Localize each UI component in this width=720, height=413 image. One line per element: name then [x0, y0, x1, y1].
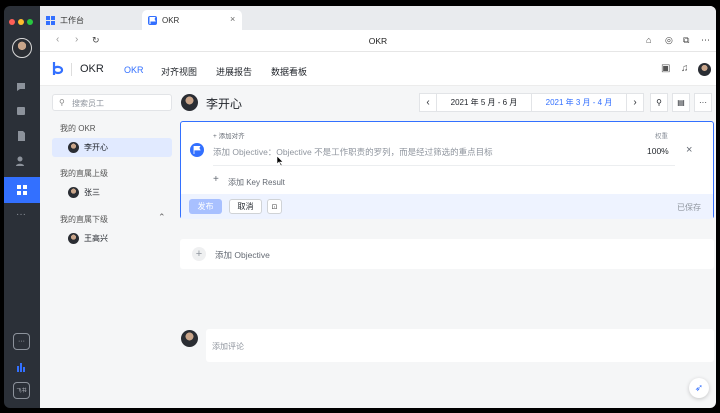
chevron-up-icon[interactable]: ⌃: [158, 212, 166, 223]
group-subordinates: 我的直属下级: [60, 215, 108, 224]
group-my-okr: 我的 OKR: [60, 124, 96, 133]
nav-progress-report[interactable]: 进展报告: [216, 65, 252, 78]
help-headset-icon[interactable]: ♫: [681, 63, 689, 74]
address-bar: ‹ › ↻ OKR ⌂ ◎ ⧉ ⋯: [40, 30, 716, 52]
group-supervisor: 我的直属上级: [60, 169, 108, 178]
pin-icon[interactable]: ⚲: [650, 93, 668, 112]
nav-alignment-view[interactable]: 对齐视图: [161, 65, 197, 78]
owner-avatar: [181, 94, 198, 111]
search-icon: ⚲: [59, 98, 65, 107]
owner-name: 李开心: [206, 97, 243, 111]
person-item[interactable]: 王高兴: [52, 229, 172, 248]
add-alignment-link[interactable]: + 添加对齐: [213, 130, 245, 140]
mouse-cursor-icon: [277, 156, 284, 166]
grid-icon: [46, 15, 55, 25]
weight-value[interactable]: 100%: [647, 146, 669, 156]
comment-avatar: [181, 330, 198, 347]
objective-flag-icon: [190, 143, 204, 157]
window-close-icon[interactable]: [9, 19, 15, 25]
screen: ··· ··· 飞书 工作台 OKR × ‹ › ↻ OKR ⌂ ◎ ⧉ ⋯ O…: [0, 0, 720, 413]
robot-icon[interactable]: ⌂: [646, 35, 651, 45]
comment-placeholder: 添加评论: [212, 342, 244, 351]
objective-input[interactable]: 添加 Objective：Objective 不是工作职责的罗列，而是经过筛选的…: [213, 146, 493, 158]
close-icon[interactable]: ×: [686, 144, 692, 156]
app-header: OKR OKR 对齐视图 进展报告 数据看板 ▣ ♫: [40, 52, 716, 86]
add-key-result-button[interactable]: 添加 Key Result: [228, 177, 285, 188]
person-name: 王高兴: [84, 234, 108, 243]
tab-okr[interactable]: OKR ×: [142, 10, 242, 30]
main-window: 工作台 OKR × ‹ › ↻ OKR ⌂ ◎ ⧉ ⋯ OKR OKR 对齐视图…: [40, 6, 716, 408]
person-item[interactable]: 李开心: [52, 138, 172, 157]
share-icon[interactable]: ⧉: [683, 35, 689, 46]
more-dots-icon[interactable]: ···: [14, 207, 28, 221]
comment-icon[interactable]: ▤: [672, 93, 690, 112]
app-name: OKR: [80, 63, 104, 75]
contacts-icon[interactable]: [14, 154, 28, 168]
chat-icon[interactable]: [14, 80, 28, 94]
more-apps-icon[interactable]: ···: [13, 333, 30, 350]
page-title-bar: OKR: [368, 36, 388, 46]
more-options-icon[interactable]: ···: [694, 93, 712, 112]
flag-icon: [148, 15, 157, 25]
rocket-icon[interactable]: ➶: [689, 378, 709, 398]
cancel-button[interactable]: 取消: [229, 199, 262, 214]
person-name: 李开心: [84, 143, 108, 152]
saved-status: 已保存: [677, 203, 701, 212]
tab-label: OKR: [162, 15, 180, 25]
tab-bar: 工作台 OKR ×: [40, 6, 716, 30]
lock-icon[interactable]: ⊡: [267, 199, 282, 214]
avatar: [68, 187, 79, 198]
close-tab-icon[interactable]: ×: [230, 14, 235, 24]
person-name: 张三: [84, 188, 100, 197]
editor-footer: 发布 取消 ⊡ 已保存: [181, 194, 713, 219]
search-input[interactable]: ⚲ 搜索员工: [52, 94, 172, 111]
nav-okr[interactable]: OKR: [124, 65, 144, 75]
window-minimize-icon[interactable]: [18, 19, 24, 25]
rail-workplace-active[interactable]: [4, 177, 40, 203]
objective-editor: + 添加对齐 权重 添加 Objective：Objective 不是工作职责的…: [180, 121, 714, 219]
user-avatar[interactable]: [698, 63, 711, 76]
avatar: [68, 142, 79, 153]
weight-label: 权重: [655, 133, 668, 140]
nav-data-board[interactable]: 数据看板: [271, 65, 307, 78]
add-objective-label: 添加 Objective: [215, 250, 270, 260]
comment-input[interactable]: 添加评论: [206, 329, 714, 362]
briefcase-icon[interactable]: ▣: [661, 63, 670, 74]
person-item[interactable]: 张三: [52, 183, 172, 202]
avatar: [68, 233, 79, 244]
more-icon[interactable]: ⋯: [701, 35, 710, 46]
search-placeholder: 搜索员工: [72, 99, 104, 108]
add-objective-row[interactable]: + 添加 Objective: [180, 239, 714, 269]
docs-icon[interactable]: [14, 129, 28, 143]
plus-icon: +: [213, 174, 219, 185]
compass-icon[interactable]: ◎: [665, 35, 673, 46]
calendar-icon[interactable]: [14, 104, 28, 118]
period-option[interactable]: 2021 年 5 月 - 6 月: [436, 93, 532, 112]
divider: [71, 63, 72, 76]
plus-circle-icon: +: [192, 247, 206, 261]
period-option-selected[interactable]: 2021 年 3 月 - 4 月: [531, 93, 627, 112]
okr-logo-icon: [52, 62, 64, 75]
stats-icon[interactable]: [14, 360, 28, 374]
next-period-button[interactable]: ›: [626, 93, 644, 112]
window-zoom-icon[interactable]: [27, 19, 33, 25]
publish-button[interactable]: 发布: [189, 199, 222, 214]
tab-label: 工作台: [60, 15, 84, 25]
prev-period-button[interactable]: ‹: [419, 93, 437, 112]
feishu-logo-icon[interactable]: 飞书: [13, 382, 30, 399]
tab-workplace[interactable]: 工作台: [40, 10, 140, 30]
rail-avatar[interactable]: [12, 38, 32, 58]
